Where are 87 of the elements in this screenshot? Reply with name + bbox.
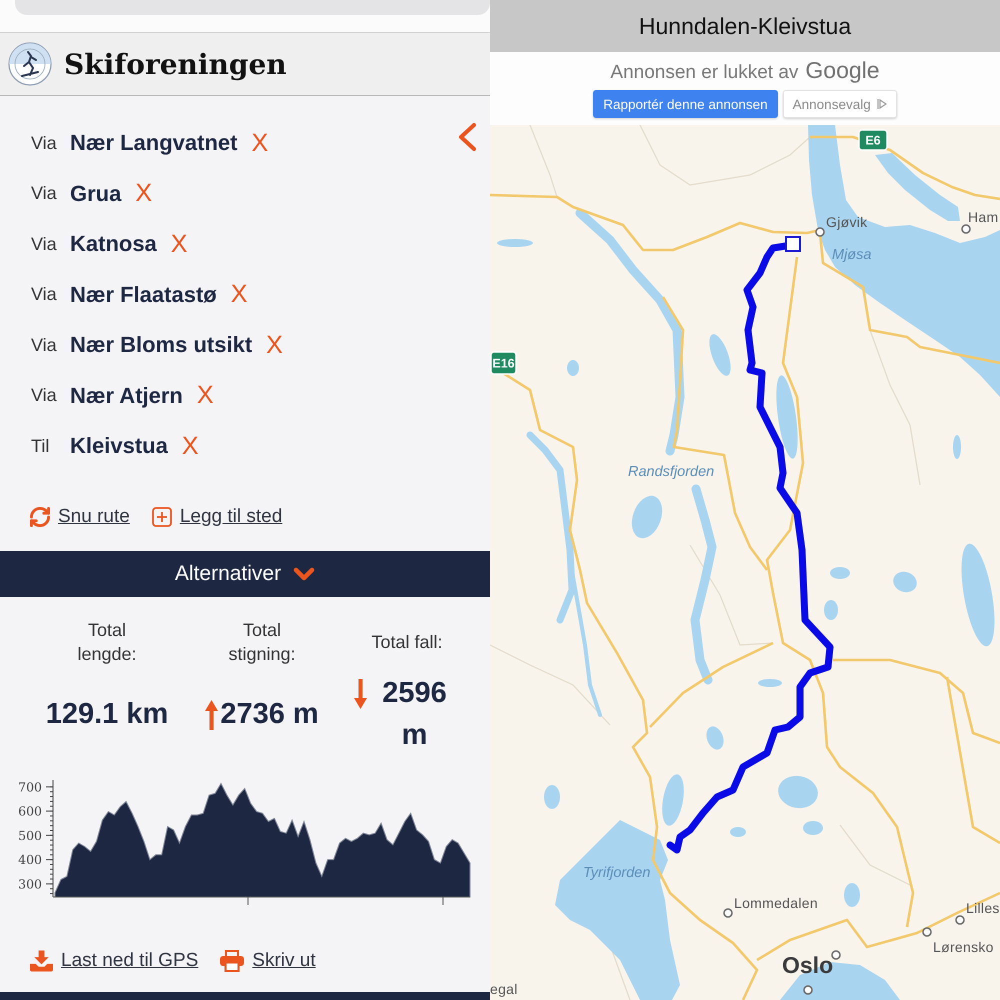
remove-button[interactable]: X <box>196 383 214 408</box>
lake-shape <box>778 776 818 808</box>
city-dot-icon <box>803 985 813 995</box>
stat-value: 129.1 km <box>46 697 168 732</box>
remove-button[interactable]: X <box>266 332 283 358</box>
lake-shape <box>706 726 724 750</box>
city-dot-icon <box>961 224 971 234</box>
place-label: Ham <box>968 209 998 225</box>
stat-label: Total stigning: <box>227 619 297 666</box>
city-dot-icon <box>831 950 841 960</box>
stop-name: Grua <box>70 180 122 207</box>
axis-tick-label: 400 <box>18 852 42 868</box>
city-dot-icon <box>815 227 825 237</box>
refresh-icon <box>30 507 50 527</box>
stop-name: Nær Langvatnet <box>70 130 238 156</box>
stop-prefix: Via <box>31 234 58 255</box>
stop-prefix: Til <box>31 436 50 457</box>
lake-shape <box>830 567 850 579</box>
place-label: Gjøvik <box>826 214 868 230</box>
club-logo-icon <box>8 42 52 86</box>
stat-value: 2736 m <box>220 697 319 732</box>
water-label: Mjøsa <box>832 247 872 263</box>
ad-brand-text: Google <box>805 57 880 84</box>
water-label: Randsfjorden <box>628 464 714 480</box>
axis-tick-label: 500 <box>18 828 42 843</box>
stat-label: Total fall: <box>371 631 443 654</box>
lake-shape <box>709 334 731 376</box>
stop-name: Kleivstua <box>70 433 168 460</box>
remove-button[interactable]: X <box>251 130 268 156</box>
page-title: Hunndalen-Kleivstua <box>638 12 852 40</box>
stat-label: Total lengde: <box>76 619 138 666</box>
download-icon <box>30 950 53 972</box>
lake-shape <box>758 679 782 687</box>
start-marker-icon <box>785 236 801 252</box>
city-dot-icon <box>922 927 932 937</box>
stat-value: 2596 m <box>381 676 448 753</box>
road-shield: E16 <box>490 351 517 375</box>
print-link[interactable]: Skriv ut <box>220 950 316 972</box>
lake-shape <box>803 821 823 835</box>
lake-shape <box>824 600 838 620</box>
lake-shape <box>632 496 662 538</box>
city-dot-icon <box>955 915 965 925</box>
city-dot-icon <box>723 908 733 918</box>
arrow-up-icon <box>205 700 218 730</box>
stop-prefix: Via <box>31 334 58 356</box>
stop-name: Nær Flaatastø <box>70 282 217 308</box>
stop-name: Katnosa <box>70 231 157 258</box>
road-shield: E6 <box>858 129 888 151</box>
axis-tick-label: 300 <box>18 876 42 892</box>
remove-button[interactable]: X <box>170 232 188 257</box>
ad-choices-button[interactable]: Annonsevalg <box>782 90 897 118</box>
lake-shape <box>953 435 961 459</box>
lake-shape <box>544 785 560 809</box>
options-toggle[interactable]: Alternativer <box>0 551 490 597</box>
lake-shape <box>844 883 860 907</box>
stop-prefix: Via <box>31 183 58 204</box>
stop-name: Nær Bloms utsikt <box>70 332 252 358</box>
site-title: Skiforeningen <box>64 48 287 80</box>
plus-square-icon <box>152 507 172 527</box>
place-label: Lørensko <box>933 939 994 955</box>
minor-road-line <box>840 824 910 886</box>
remove-button[interactable]: X <box>230 282 248 308</box>
city-label: Oslo <box>782 952 834 978</box>
printer-icon <box>220 950 244 972</box>
axis-tick-label: 700 <box>18 779 42 794</box>
place-label: Lommedalen <box>734 895 818 911</box>
lake-shape <box>730 827 746 837</box>
remove-button[interactable]: X <box>135 181 152 206</box>
ad-choices-icon <box>876 98 887 110</box>
stop-name: Nær Atjern <box>70 382 183 409</box>
remove-button[interactable]: X <box>182 434 199 459</box>
stop-prefix: Via <box>31 132 58 154</box>
place-label: Lilles <box>966 900 1000 916</box>
chevron-left-icon[interactable] <box>457 122 477 152</box>
stop-prefix: Via <box>31 284 58 306</box>
place-label: egal <box>490 981 518 997</box>
lake-shape <box>497 239 533 247</box>
arrow-down-icon <box>354 679 367 709</box>
reverse-route-link[interactable]: Snu rute <box>30 506 130 528</box>
add-place-link[interactable]: Legg til sted <box>152 506 282 528</box>
report-ad-button[interactable]: Rapportér denne annonsen <box>593 90 778 118</box>
axis-tick-label: 600 <box>18 804 42 819</box>
lake-shape <box>893 572 917 592</box>
water-label: Tyrifjorden <box>583 865 650 881</box>
gps-download-link[interactable]: Last ned til GPS <box>30 950 198 972</box>
ad-closed-text: Annonsen er lukket av <box>610 62 798 84</box>
stop-prefix: Via <box>31 385 58 406</box>
